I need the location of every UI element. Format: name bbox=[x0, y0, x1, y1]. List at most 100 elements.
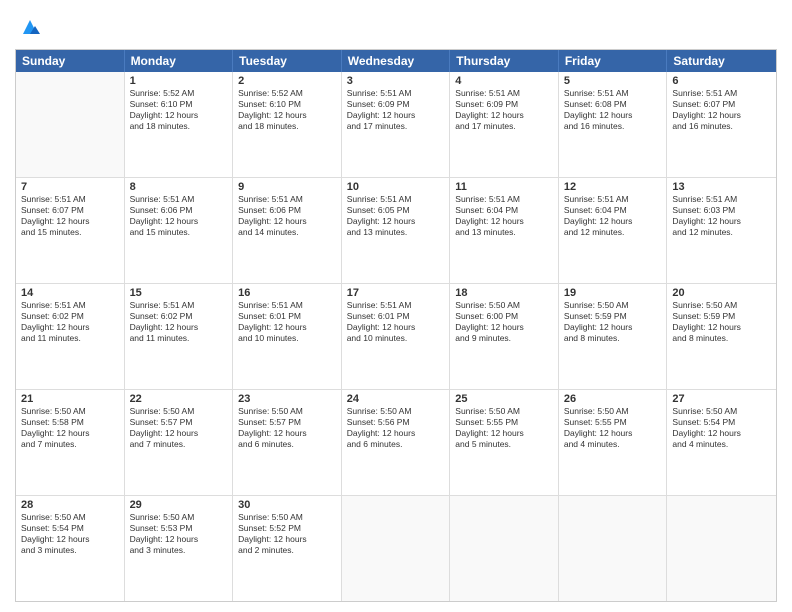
calendar-cell: 14Sunrise: 5:51 AM Sunset: 6:02 PM Dayli… bbox=[16, 284, 125, 389]
day-number: 13 bbox=[672, 181, 771, 193]
day-number: 22 bbox=[130, 393, 228, 405]
cell-info: Sunrise: 5:51 AM Sunset: 6:07 PM Dayligh… bbox=[672, 88, 771, 132]
day-number: 8 bbox=[130, 181, 228, 193]
calendar-cell: 18Sunrise: 5:50 AM Sunset: 6:00 PM Dayli… bbox=[450, 284, 559, 389]
calendar-cell: 30Sunrise: 5:50 AM Sunset: 5:52 PM Dayli… bbox=[233, 496, 342, 601]
day-number: 27 bbox=[672, 393, 771, 405]
calendar-cell: 7Sunrise: 5:51 AM Sunset: 6:07 PM Daylig… bbox=[16, 178, 125, 283]
calendar-week-1: 1Sunrise: 5:52 AM Sunset: 6:10 PM Daylig… bbox=[16, 72, 776, 178]
calendar-week-4: 21Sunrise: 5:50 AM Sunset: 5:58 PM Dayli… bbox=[16, 390, 776, 496]
header-day-saturday: Saturday bbox=[667, 50, 776, 72]
calendar-cell: 20Sunrise: 5:50 AM Sunset: 5:59 PM Dayli… bbox=[667, 284, 776, 389]
calendar-cell: 8Sunrise: 5:51 AM Sunset: 6:06 PM Daylig… bbox=[125, 178, 234, 283]
cell-info: Sunrise: 5:51 AM Sunset: 6:06 PM Dayligh… bbox=[238, 194, 336, 238]
cell-info: Sunrise: 5:50 AM Sunset: 5:54 PM Dayligh… bbox=[21, 512, 119, 556]
calendar-cell: 2Sunrise: 5:52 AM Sunset: 6:10 PM Daylig… bbox=[233, 72, 342, 177]
cell-info: Sunrise: 5:50 AM Sunset: 5:57 PM Dayligh… bbox=[130, 406, 228, 450]
day-number: 2 bbox=[238, 75, 336, 87]
cell-info: Sunrise: 5:51 AM Sunset: 6:01 PM Dayligh… bbox=[347, 300, 445, 344]
calendar-cell: 6Sunrise: 5:51 AM Sunset: 6:07 PM Daylig… bbox=[667, 72, 776, 177]
cell-info: Sunrise: 5:52 AM Sunset: 6:10 PM Dayligh… bbox=[130, 88, 228, 132]
cell-info: Sunrise: 5:50 AM Sunset: 5:58 PM Dayligh… bbox=[21, 406, 119, 450]
cell-info: Sunrise: 5:51 AM Sunset: 6:02 PM Dayligh… bbox=[21, 300, 119, 344]
day-number: 26 bbox=[564, 393, 662, 405]
day-number: 14 bbox=[21, 287, 119, 299]
cell-info: Sunrise: 5:50 AM Sunset: 5:53 PM Dayligh… bbox=[130, 512, 228, 556]
cell-info: Sunrise: 5:50 AM Sunset: 5:55 PM Dayligh… bbox=[455, 406, 553, 450]
day-number: 24 bbox=[347, 393, 445, 405]
calendar-body: 1Sunrise: 5:52 AM Sunset: 6:10 PM Daylig… bbox=[16, 72, 776, 601]
cell-info: Sunrise: 5:51 AM Sunset: 6:04 PM Dayligh… bbox=[564, 194, 662, 238]
cell-info: Sunrise: 5:51 AM Sunset: 6:09 PM Dayligh… bbox=[455, 88, 553, 132]
cell-info: Sunrise: 5:51 AM Sunset: 6:05 PM Dayligh… bbox=[347, 194, 445, 238]
cell-info: Sunrise: 5:50 AM Sunset: 5:59 PM Dayligh… bbox=[672, 300, 771, 344]
calendar-cell: 15Sunrise: 5:51 AM Sunset: 6:02 PM Dayli… bbox=[125, 284, 234, 389]
cell-info: Sunrise: 5:51 AM Sunset: 6:03 PM Dayligh… bbox=[672, 194, 771, 238]
cell-info: Sunrise: 5:51 AM Sunset: 6:04 PM Dayligh… bbox=[455, 194, 553, 238]
cell-info: Sunrise: 5:51 AM Sunset: 6:06 PM Dayligh… bbox=[130, 194, 228, 238]
day-number: 21 bbox=[21, 393, 119, 405]
cell-info: Sunrise: 5:51 AM Sunset: 6:08 PM Dayligh… bbox=[564, 88, 662, 132]
day-number: 15 bbox=[130, 287, 228, 299]
calendar-cell: 4Sunrise: 5:51 AM Sunset: 6:09 PM Daylig… bbox=[450, 72, 559, 177]
page: SundayMondayTuesdayWednesdayThursdayFrid… bbox=[0, 0, 792, 612]
calendar-cell bbox=[559, 496, 668, 601]
calendar-week-2: 7Sunrise: 5:51 AM Sunset: 6:07 PM Daylig… bbox=[16, 178, 776, 284]
cell-info: Sunrise: 5:50 AM Sunset: 5:57 PM Dayligh… bbox=[238, 406, 336, 450]
calendar-cell: 27Sunrise: 5:50 AM Sunset: 5:54 PM Dayli… bbox=[667, 390, 776, 495]
cell-info: Sunrise: 5:51 AM Sunset: 6:01 PM Dayligh… bbox=[238, 300, 336, 344]
day-number: 16 bbox=[238, 287, 336, 299]
day-number: 4 bbox=[455, 75, 553, 87]
cell-info: Sunrise: 5:50 AM Sunset: 5:55 PM Dayligh… bbox=[564, 406, 662, 450]
calendar-week-5: 28Sunrise: 5:50 AM Sunset: 5:54 PM Dayli… bbox=[16, 496, 776, 601]
calendar-cell: 10Sunrise: 5:51 AM Sunset: 6:05 PM Dayli… bbox=[342, 178, 451, 283]
calendar-cell: 19Sunrise: 5:50 AM Sunset: 5:59 PM Dayli… bbox=[559, 284, 668, 389]
calendar-cell: 21Sunrise: 5:50 AM Sunset: 5:58 PM Dayli… bbox=[16, 390, 125, 495]
calendar-cell: 24Sunrise: 5:50 AM Sunset: 5:56 PM Dayli… bbox=[342, 390, 451, 495]
day-number: 9 bbox=[238, 181, 336, 193]
calendar-cell: 11Sunrise: 5:51 AM Sunset: 6:04 PM Dayli… bbox=[450, 178, 559, 283]
header-day-friday: Friday bbox=[559, 50, 668, 72]
calendar-cell: 25Sunrise: 5:50 AM Sunset: 5:55 PM Dayli… bbox=[450, 390, 559, 495]
day-number: 12 bbox=[564, 181, 662, 193]
cell-info: Sunrise: 5:50 AM Sunset: 6:00 PM Dayligh… bbox=[455, 300, 553, 344]
cell-info: Sunrise: 5:51 AM Sunset: 6:09 PM Dayligh… bbox=[347, 88, 445, 132]
day-number: 19 bbox=[564, 287, 662, 299]
calendar-cell: 29Sunrise: 5:50 AM Sunset: 5:53 PM Dayli… bbox=[125, 496, 234, 601]
header-day-sunday: Sunday bbox=[16, 50, 125, 72]
header-day-tuesday: Tuesday bbox=[233, 50, 342, 72]
calendar-cell: 1Sunrise: 5:52 AM Sunset: 6:10 PM Daylig… bbox=[125, 72, 234, 177]
calendar-cell: 26Sunrise: 5:50 AM Sunset: 5:55 PM Dayli… bbox=[559, 390, 668, 495]
cell-info: Sunrise: 5:50 AM Sunset: 5:52 PM Dayligh… bbox=[238, 512, 336, 556]
day-number: 30 bbox=[238, 499, 336, 511]
calendar-cell bbox=[450, 496, 559, 601]
calendar-cell bbox=[667, 496, 776, 601]
calendar-header: SundayMondayTuesdayWednesdayThursdayFrid… bbox=[16, 50, 776, 72]
cell-info: Sunrise: 5:51 AM Sunset: 6:02 PM Dayligh… bbox=[130, 300, 228, 344]
cell-info: Sunrise: 5:51 AM Sunset: 6:07 PM Dayligh… bbox=[21, 194, 119, 238]
cell-info: Sunrise: 5:50 AM Sunset: 5:56 PM Dayligh… bbox=[347, 406, 445, 450]
day-number: 23 bbox=[238, 393, 336, 405]
calendar-cell: 3Sunrise: 5:51 AM Sunset: 6:09 PM Daylig… bbox=[342, 72, 451, 177]
day-number: 17 bbox=[347, 287, 445, 299]
day-number: 25 bbox=[455, 393, 553, 405]
day-number: 29 bbox=[130, 499, 228, 511]
calendar-cell: 28Sunrise: 5:50 AM Sunset: 5:54 PM Dayli… bbox=[16, 496, 125, 601]
cell-info: Sunrise: 5:50 AM Sunset: 5:54 PM Dayligh… bbox=[672, 406, 771, 450]
calendar: SundayMondayTuesdayWednesdayThursdayFrid… bbox=[15, 49, 777, 602]
calendar-week-3: 14Sunrise: 5:51 AM Sunset: 6:02 PM Dayli… bbox=[16, 284, 776, 390]
day-number: 18 bbox=[455, 287, 553, 299]
page-header bbox=[15, 10, 777, 43]
day-number: 10 bbox=[347, 181, 445, 193]
header-day-thursday: Thursday bbox=[450, 50, 559, 72]
calendar-cell: 23Sunrise: 5:50 AM Sunset: 5:57 PM Dayli… bbox=[233, 390, 342, 495]
day-number: 7 bbox=[21, 181, 119, 193]
header-day-wednesday: Wednesday bbox=[342, 50, 451, 72]
day-number: 1 bbox=[130, 75, 228, 87]
calendar-cell: 22Sunrise: 5:50 AM Sunset: 5:57 PM Dayli… bbox=[125, 390, 234, 495]
day-number: 20 bbox=[672, 287, 771, 299]
calendar-cell: 17Sunrise: 5:51 AM Sunset: 6:01 PM Dayli… bbox=[342, 284, 451, 389]
day-number: 28 bbox=[21, 499, 119, 511]
calendar-cell: 12Sunrise: 5:51 AM Sunset: 6:04 PM Dayli… bbox=[559, 178, 668, 283]
logo-icon bbox=[19, 16, 41, 43]
